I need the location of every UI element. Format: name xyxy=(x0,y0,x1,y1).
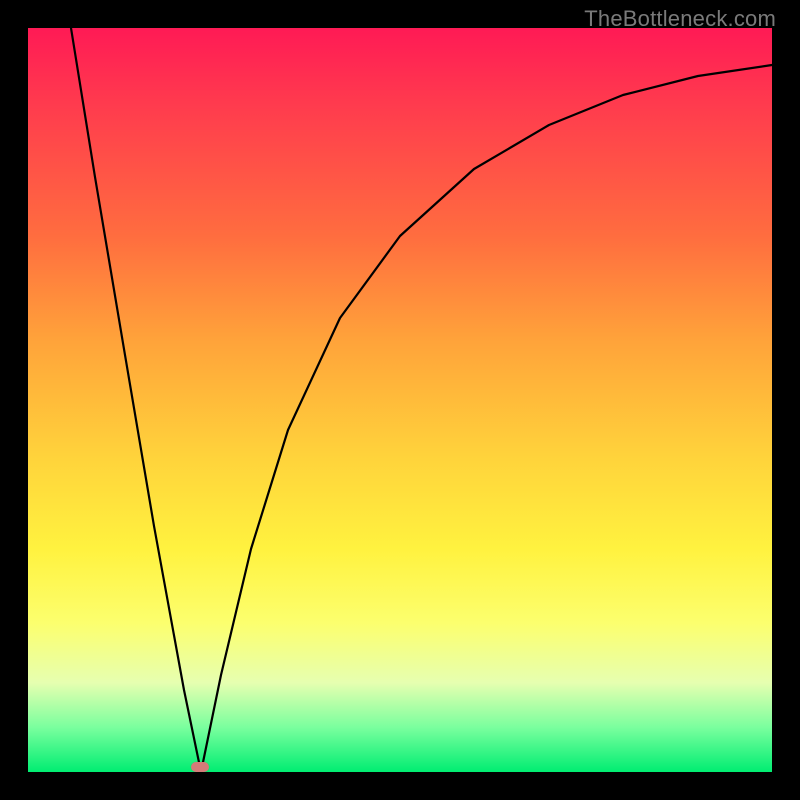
chart-frame: TheBottleneck.com xyxy=(0,0,800,800)
minimum-marker xyxy=(191,762,209,772)
bottleneck-curve xyxy=(28,28,772,772)
plot-area xyxy=(28,28,772,772)
curve-path xyxy=(71,28,772,772)
